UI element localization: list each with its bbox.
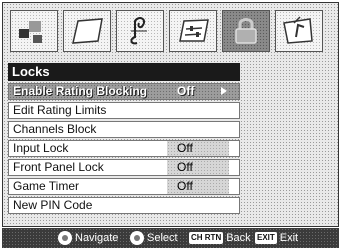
button-legend: Navigate Select CH RTN Back EXIT Exit xyxy=(2,228,339,248)
menu-item-game-timer[interactable]: Game Timer Off xyxy=(8,178,240,195)
menu-item-edit-rating-limits[interactable]: Edit Rating Limits xyxy=(8,102,240,119)
menu-item-value: Off xyxy=(167,179,229,194)
legend-select: Select xyxy=(130,231,178,245)
legend-exit: EXIT Exit xyxy=(255,232,299,244)
menu-item-channels-block[interactable]: Channels Block xyxy=(8,121,240,138)
menu-item-value: Off xyxy=(177,84,195,98)
arrow-right-icon xyxy=(221,87,227,95)
locks-menu: Enable Rating Blocking Off Edit Rating L… xyxy=(8,83,240,216)
tab-locks[interactable] xyxy=(222,10,270,52)
menu-item-enable-rating-blocking[interactable]: Enable Rating Blocking Off xyxy=(8,83,240,100)
menu-item-label: Edit Rating Limits xyxy=(13,103,107,117)
select-button-icon xyxy=(130,231,144,245)
music-note-icon xyxy=(130,17,147,45)
menu-panel: Locks Enable Rating Blocking Off Edit Ra… xyxy=(2,2,339,227)
menu-title: Locks xyxy=(8,63,240,81)
menu-item-front-panel-lock[interactable]: Front Panel Lock Off xyxy=(8,159,240,176)
menu-item-new-pin-code[interactable]: New PIN Code xyxy=(8,197,240,214)
menu-item-label: Enable Rating Blocking xyxy=(13,84,148,98)
menu-item-label: Game Timer xyxy=(13,179,80,193)
exit-key-icon: EXIT xyxy=(255,232,277,244)
menu-item-label: Input Lock xyxy=(13,141,69,155)
menu-item-value: Off xyxy=(167,160,229,175)
tab-picture[interactable] xyxy=(10,10,58,52)
lock-icon xyxy=(235,18,257,44)
tab-screen[interactable] xyxy=(63,10,111,52)
menu-tabs xyxy=(8,8,338,56)
legend-back: CH RTN Back xyxy=(189,232,251,244)
menu-item-value: Off xyxy=(167,141,229,156)
setup-icon xyxy=(283,16,313,44)
tab-setup[interactable] xyxy=(275,10,323,52)
picture-icon xyxy=(19,21,42,43)
menu-item-label: New PIN Code xyxy=(13,198,93,212)
menu-item-label: Front Panel Lock xyxy=(13,160,104,174)
tab-settings[interactable] xyxy=(169,10,217,52)
navigate-dpad-icon xyxy=(58,231,72,245)
settings-icon xyxy=(179,19,209,42)
screen: Locks Enable Rating Blocking Off Edit Ra… xyxy=(0,0,341,250)
tab-audio[interactable] xyxy=(116,10,164,52)
legend-navigate: Navigate xyxy=(58,231,118,245)
menu-item-input-lock[interactable]: Input Lock Off xyxy=(8,140,240,157)
screen-icon xyxy=(72,18,103,44)
ch-rtn-key-icon: CH RTN xyxy=(189,232,224,244)
menu-item-label: Channels Block xyxy=(13,122,97,136)
